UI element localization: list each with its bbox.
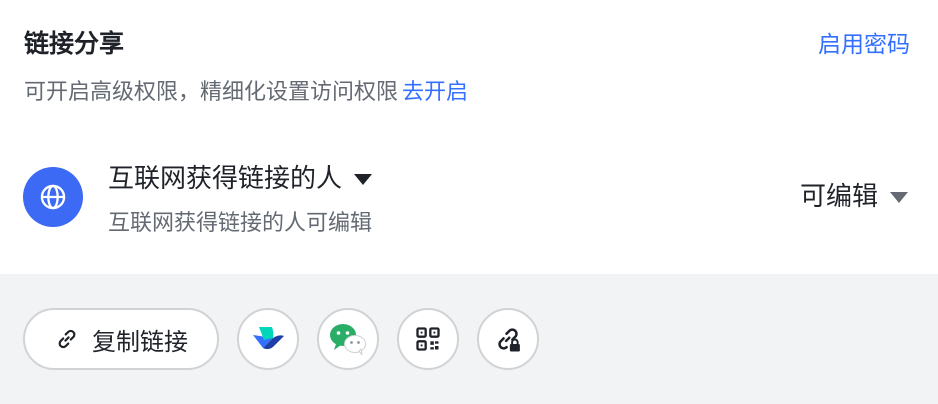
page-title: 链接分享: [24, 29, 125, 58]
lark-icon: [253, 327, 284, 350]
caret-down-icon: [354, 173, 373, 185]
globe-icon: [40, 184, 66, 210]
share-to-lark-button[interactable]: [237, 308, 299, 370]
copy-link-button[interactable]: 复制链接: [23, 308, 219, 370]
qrcode-icon: [416, 327, 440, 351]
notice-text: 可开启高级权限，精细化设置访问权限: [24, 80, 399, 105]
link-icon: [58, 329, 76, 349]
share-scope-label: 互联网获得链接的人: [108, 164, 343, 194]
permission-dropdown[interactable]: 可编辑: [800, 178, 908, 216]
share-to-wechat-button[interactable]: [317, 308, 379, 370]
enable-password-link[interactable]: 启用密码: [818, 28, 910, 62]
wechat-icon: [330, 324, 366, 356]
share-panel-top: 链接分享 启用密码 可开启高级权限，精细化设置访问权限 去开启 互联网获得链接的人…: [0, 0, 938, 274]
share-actions-bar: 复制链接: [0, 274, 938, 404]
advanced-permission-notice: 可开启高级权限，精细化设置访问权限 去开启: [24, 76, 468, 110]
globe-avatar: [23, 167, 83, 227]
caret-down-icon: [890, 191, 908, 203]
qrcode-button[interactable]: [397, 308, 459, 370]
share-scope-dropdown[interactable]: 互联网获得链接的人: [108, 160, 373, 198]
copy-link-label: 复制链接: [92, 327, 188, 356]
share-scope-description: 互联网获得链接的人可编辑: [108, 211, 373, 236]
link-lock-button[interactable]: [477, 308, 539, 370]
link-lock-icon: [498, 328, 520, 352]
permission-label: 可编辑: [799, 182, 878, 212]
enable-advanced-link[interactable]: 去开启: [402, 80, 468, 105]
